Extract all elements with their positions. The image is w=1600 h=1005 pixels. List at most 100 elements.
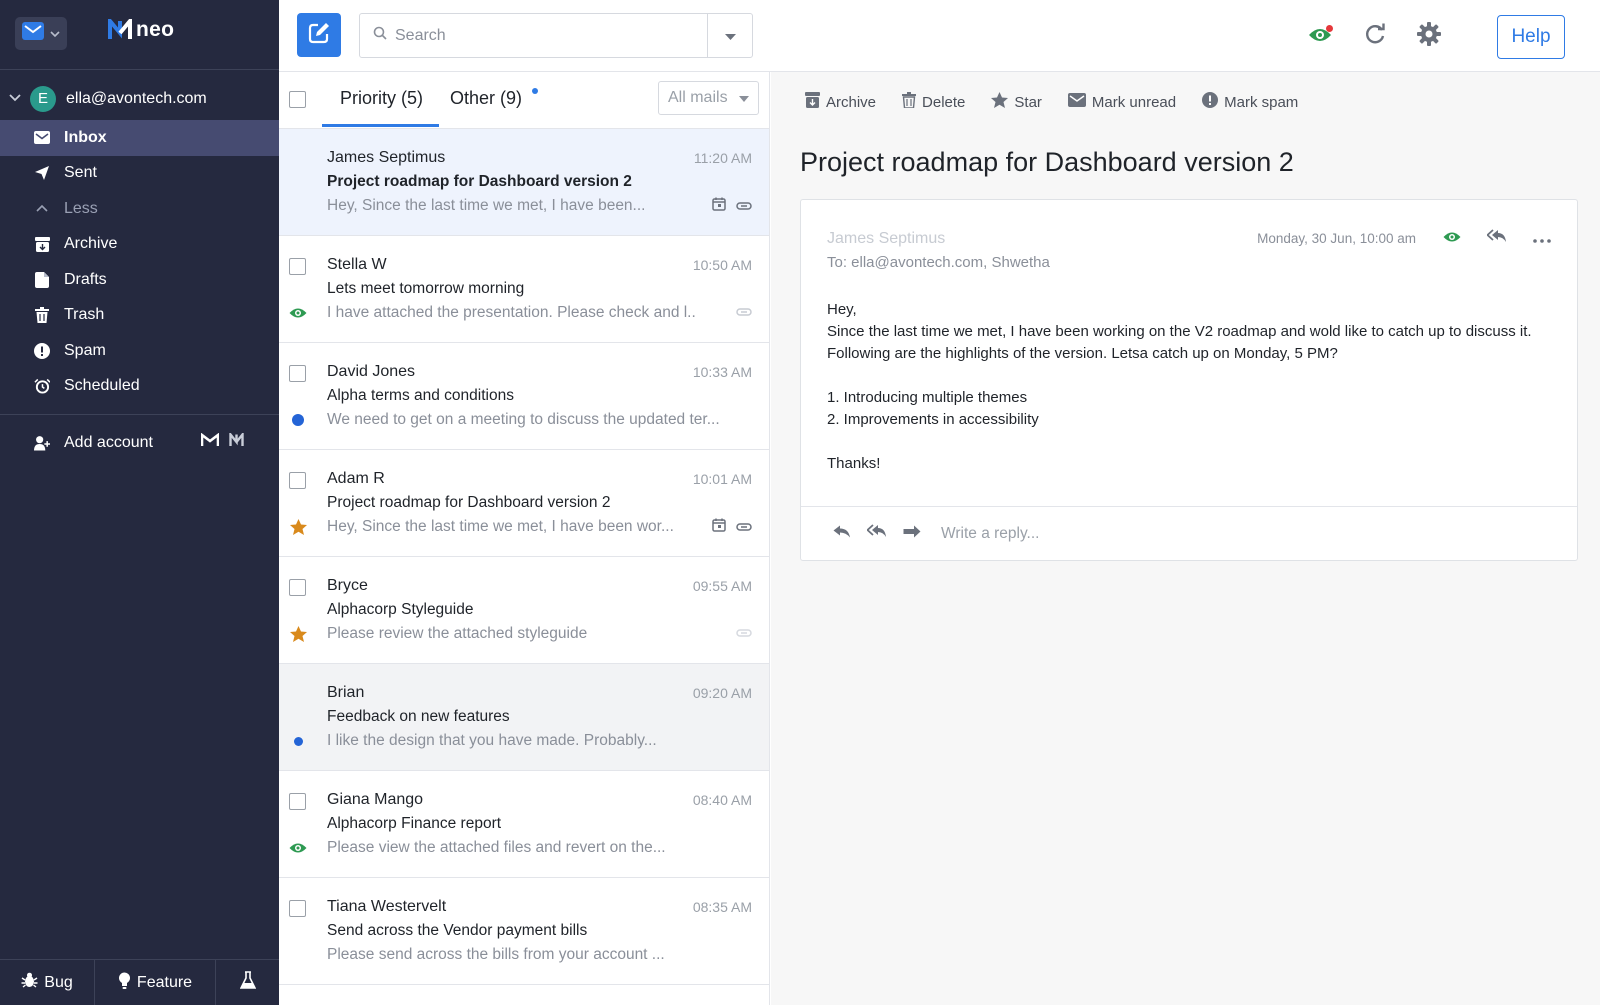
- attachment-icon: [736, 625, 752, 643]
- mail-preview: Please review the attached styleguide: [327, 625, 588, 642]
- mail-list-item[interactable]: Giana Mango 08:40 AM Alphacorp Finance r…: [279, 771, 769, 878]
- mail-sender: James Septimus: [327, 149, 446, 166]
- chevron-down-icon[interactable]: [8, 90, 22, 108]
- mail-list-item[interactable]: Stella W 10:50 AM Lets meet tomorrow mor…: [279, 236, 769, 343]
- archive-button[interactable]: Archive: [805, 92, 876, 112]
- mail-action-toolbar: Archive Delete Star Mark unread Mark spa…: [805, 92, 1298, 112]
- tab-priority[interactable]: Priority (5): [340, 88, 423, 109]
- search-input[interactable]: Search: [395, 27, 707, 45]
- mail-preview: I like the design that you have made. Pr…: [327, 732, 657, 749]
- nav-item-scheduled[interactable]: Scheduled: [0, 369, 279, 405]
- sidebar: neo E ella@avontech.com Inbox Sent Less: [0, 0, 279, 1005]
- active-tab-indicator: [322, 124, 439, 127]
- mail-list-item[interactable]: Bryce 09:55 AM Alphacorp Styleguide Plea…: [279, 557, 769, 664]
- nav-item-label: Less: [64, 199, 98, 217]
- reply-all-icon[interactable]: [1486, 229, 1507, 248]
- trash-icon: [902, 92, 917, 112]
- mail-checkbox[interactable]: [289, 900, 306, 917]
- email-body: Hey, Since the last time we met, I have …: [827, 299, 1547, 475]
- unread-indicator-dot: [532, 88, 538, 94]
- mail-checkbox[interactable]: [289, 793, 306, 810]
- filter-value: All mails: [668, 89, 728, 106]
- mail-time: 10:01 AM: [692, 471, 752, 487]
- add-account-button[interactable]: Add account: [0, 425, 279, 460]
- calendar-icon: [712, 518, 726, 537]
- settings-button[interactable]: [1416, 21, 1442, 49]
- nav-item-trash[interactable]: Trash: [0, 298, 279, 334]
- search-options-dropdown[interactable]: [707, 14, 752, 57]
- reply-all-icon[interactable]: [866, 524, 887, 543]
- mail-sender: Stella W: [327, 256, 387, 273]
- nav-item-spam[interactable]: Spam: [0, 333, 279, 369]
- email-subject-heading: Project roadmap for Dashboard version 2: [800, 147, 1294, 177]
- mail-preview: We need to get on a meeting to discuss t…: [327, 411, 720, 428]
- mail-checkbox[interactable]: [289, 472, 306, 489]
- feature-button[interactable]: Feature: [95, 960, 216, 1005]
- mail-subject: Project roadmap for Dashboard version 2: [327, 494, 611, 511]
- forward-icon[interactable]: [903, 525, 921, 543]
- neo-logo: neo: [108, 18, 174, 42]
- mail-list-item[interactable]: Tiana Westervelt 08:35 AM Send across th…: [279, 878, 769, 985]
- reply-input[interactable]: Write a reply...: [941, 525, 1039, 543]
- mail-checkbox[interactable]: [289, 579, 306, 596]
- mail-time: 10:50 AM: [692, 257, 752, 273]
- help-button[interactable]: Help: [1497, 15, 1565, 59]
- refresh-button[interactable]: [1362, 23, 1388, 49]
- eye-icon[interactable]: [1443, 230, 1461, 248]
- archive-icon: [34, 236, 50, 252]
- mail-time: 10:33 AM: [692, 364, 752, 380]
- archive-icon: [805, 92, 820, 112]
- mail-preview: Hey, Since the last time we met, I have …: [327, 197, 646, 214]
- email-body-line: Hey,: [827, 301, 857, 318]
- email-body-line: Since the last time we met, I have been …: [827, 323, 1532, 362]
- mail-list-item[interactable]: Brian 09:20 AM Feedback on new features …: [279, 664, 769, 771]
- search-bar: Search: [359, 13, 753, 58]
- delete-label: Delete: [922, 93, 966, 111]
- mark-unread-button[interactable]: Mark unread: [1067, 92, 1176, 112]
- delete-button[interactable]: Delete: [902, 92, 965, 112]
- mail-preview: Hey, Since the last time we met, I have …: [327, 518, 674, 535]
- nav-item-archive[interactable]: Archive: [0, 227, 279, 263]
- read-receipt-toggle[interactable]: [1308, 23, 1334, 49]
- neo-mail-icon[interactable]: [229, 431, 244, 452]
- nav-item-less[interactable]: Less: [0, 191, 279, 227]
- avatar: E: [30, 85, 56, 112]
- add-account-label: Add account: [64, 433, 153, 451]
- account-row[interactable]: E ella@avontech.com: [0, 82, 279, 115]
- mail-subject: Alphacorp Finance report: [327, 815, 502, 832]
- quick-reply-bar: Write a reply...: [801, 506, 1577, 560]
- divider: [0, 414, 279, 415]
- mail-filter-dropdown[interactable]: All mails: [658, 81, 759, 115]
- gmail-icon[interactable]: [200, 432, 220, 452]
- mail-list-item[interactable]: David Jones 10:33 AM Alpha terms and con…: [279, 343, 769, 450]
- neo-logo-icon: [108, 19, 132, 39]
- envelope-icon: [34, 130, 50, 146]
- logo-text: neo: [136, 18, 175, 41]
- compose-button[interactable]: [297, 13, 341, 57]
- archive-label: Archive: [826, 93, 877, 111]
- mail-list-item[interactable]: James Septimus 11:20 AM Project roadmap …: [279, 129, 769, 236]
- nav-item-sent[interactable]: Sent: [0, 156, 279, 192]
- mail-time: 08:40 AM: [692, 792, 752, 808]
- nav-item-label: Sent: [64, 164, 97, 182]
- labs-button[interactable]: [216, 960, 279, 1005]
- nav-item-drafts[interactable]: Drafts: [0, 262, 279, 298]
- account-email: ella@avontech.com: [66, 89, 207, 107]
- mark-spam-button[interactable]: Mark spam: [1202, 92, 1298, 112]
- select-all-checkbox[interactable]: [289, 91, 306, 108]
- mail-list-item[interactable]: Adam R 10:01 AM Project roadmap for Dash…: [279, 450, 769, 557]
- more-options-icon[interactable]: [1533, 230, 1551, 248]
- mail-subject: Alpha terms and conditions: [327, 387, 514, 404]
- nav-item-inbox[interactable]: Inbox: [0, 120, 279, 156]
- mail-checkbox[interactable]: [289, 258, 306, 275]
- caret-down-icon: [724, 27, 736, 45]
- bug-button[interactable]: Bug: [0, 960, 95, 1005]
- trash-icon: [34, 307, 50, 324]
- email-body-line: [827, 365, 1547, 387]
- star-icon: [289, 625, 307, 643]
- app-switcher[interactable]: [15, 17, 67, 50]
- star-button[interactable]: Star: [991, 92, 1042, 112]
- mail-checkbox[interactable]: [289, 365, 306, 382]
- reply-icon[interactable]: [833, 525, 851, 543]
- tab-other[interactable]: Other (9): [450, 88, 522, 109]
